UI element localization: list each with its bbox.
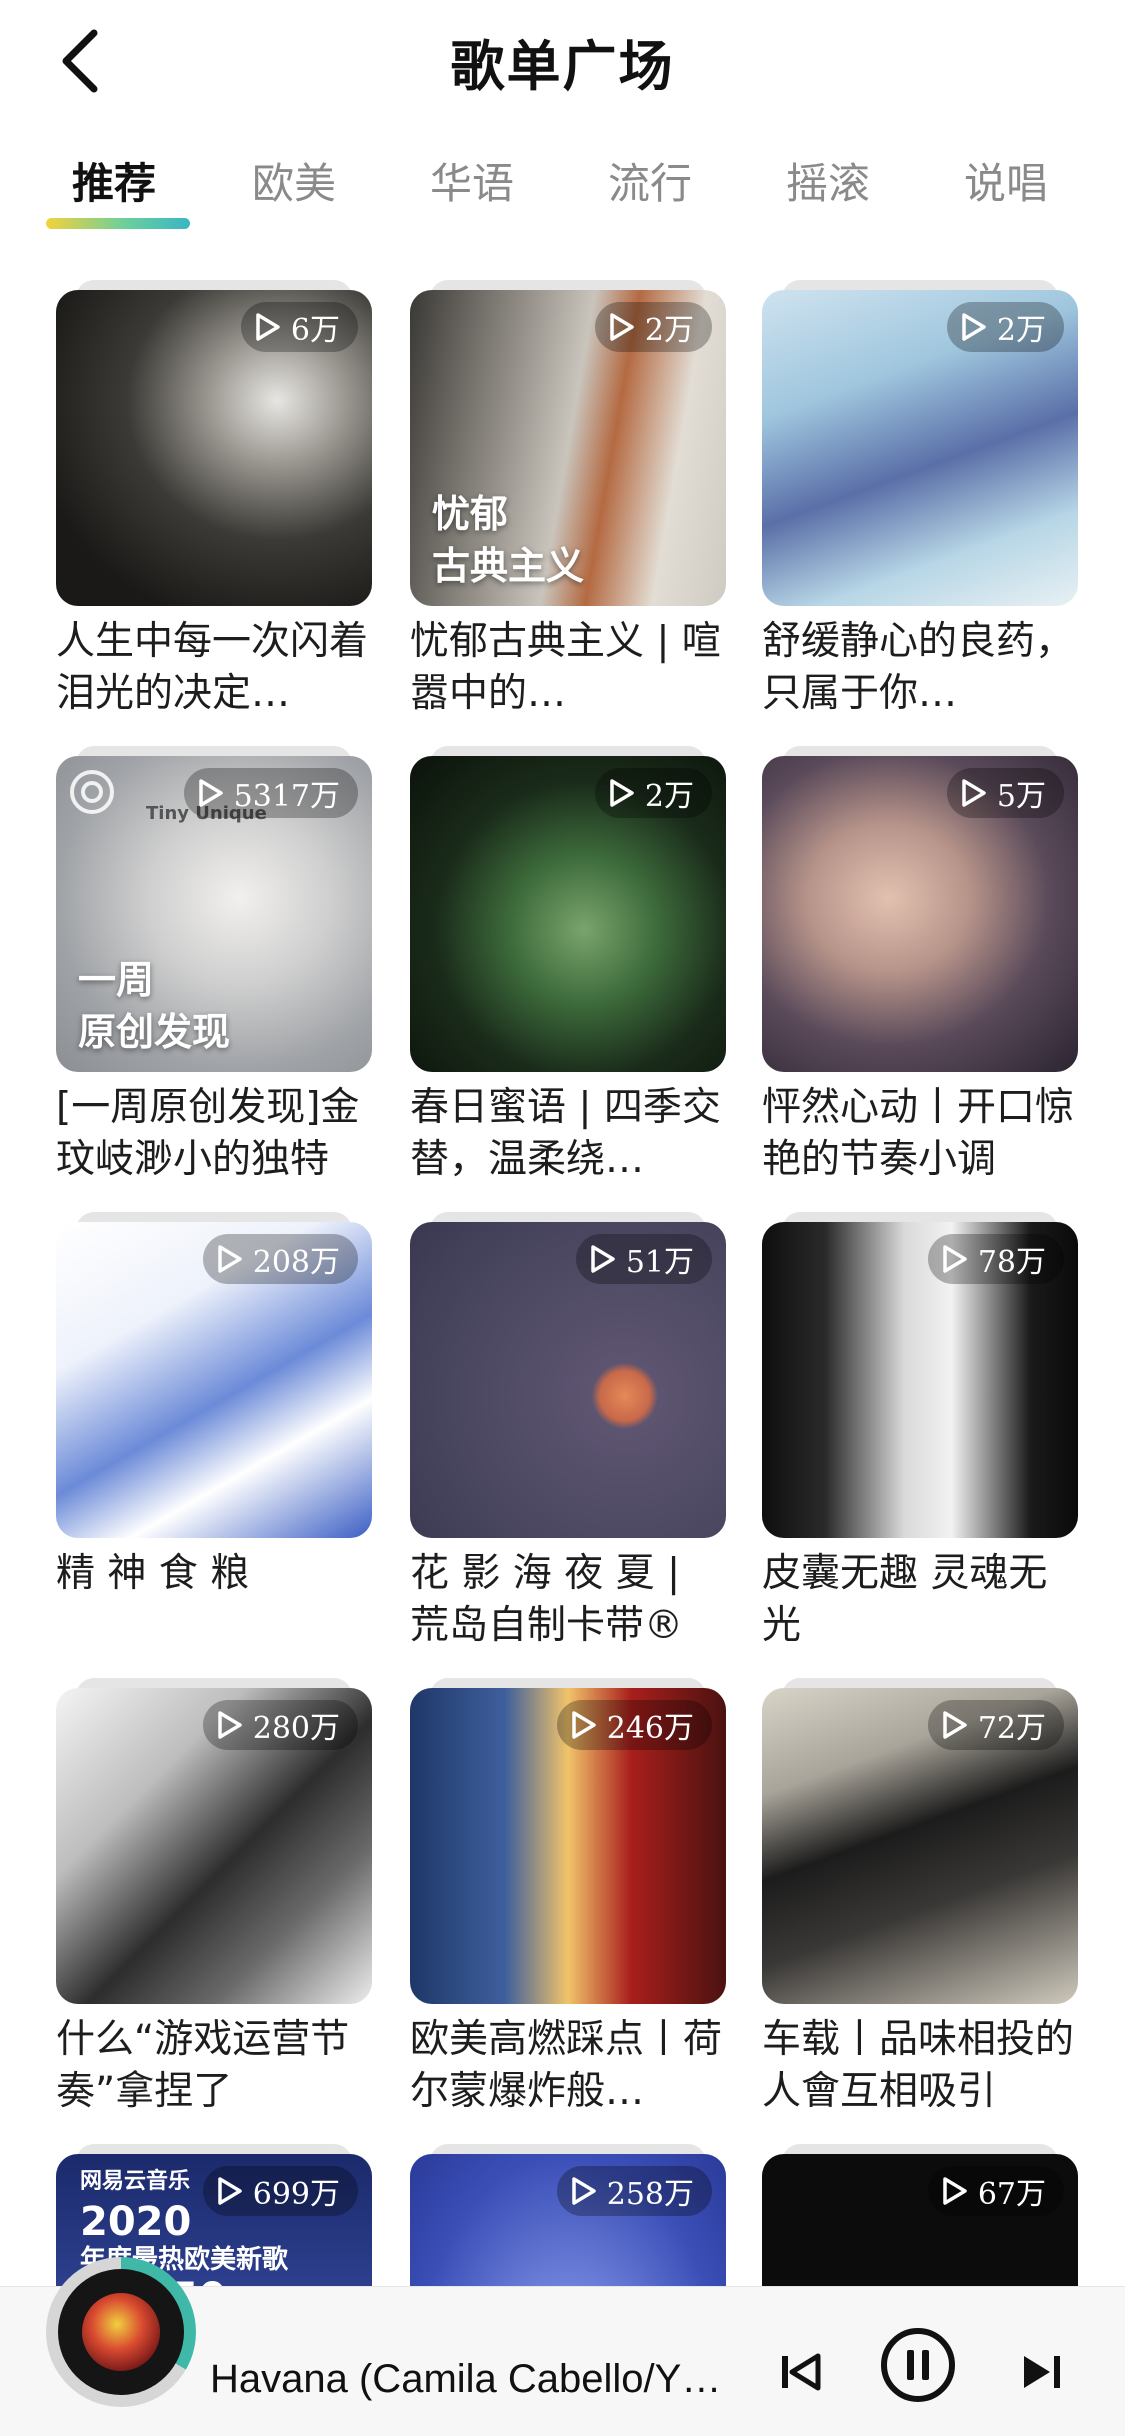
- play-count-badge: 246万: [556, 1700, 712, 1750]
- playlist-title: 皮囊无趣 灵魂无光: [762, 1551, 1048, 1648]
- header: 歌单广场: [0, 0, 1125, 115]
- playlist-cover: Tiny Unique 5317万 一周 原创发现: [56, 756, 372, 1072]
- play-count-badge: 2万: [946, 302, 1064, 352]
- play-count-badge: 208万: [202, 1234, 358, 1284]
- play-icon: [591, 1245, 615, 1273]
- playlist-title: 精 神 食 粮: [56, 1551, 250, 1596]
- play-count-badge: 258万: [556, 2166, 712, 2216]
- playlist-card[interactable]: 5万 怦然心动丨开口惊艳的节奏小调: [762, 746, 1078, 1186]
- next-button[interactable]: [1012, 2342, 1072, 2402]
- previous-button[interactable]: [770, 2342, 830, 2402]
- playlist-cover: 246万: [410, 1688, 726, 2004]
- playlist-card[interactable]: 6万 人生中每一次闪着泪光的决定…: [56, 280, 372, 720]
- play-icon: [943, 2177, 967, 2205]
- play-count-badge: 280万: [202, 1700, 358, 1750]
- play-count-badge: 72万: [927, 1700, 1064, 1750]
- playlist-card[interactable]: 246万 欧美高燃踩点丨荷尔蒙爆炸般…: [410, 1678, 726, 2118]
- play-count-badge: 5317万: [183, 768, 358, 818]
- playlist-title: 欧美高燃踩点丨荷尔蒙爆炸般…: [410, 2017, 723, 2114]
- playlist-cover: 2万 忧郁 古典主义: [410, 290, 726, 606]
- playlist-card[interactable]: 78万 皮囊无趣 灵魂无光: [762, 1212, 1078, 1652]
- playlist-cover: 6万: [56, 290, 372, 606]
- playlist-title: 什么“游戏运营节奏”拿捏了: [56, 2017, 350, 2114]
- playlist-title: [一周原创发现]金玟岐渺小的独特: [56, 1085, 360, 1182]
- play-icon: [217, 2177, 242, 2205]
- play-count-badge: 67万: [927, 2166, 1064, 2216]
- play-icon: [217, 1245, 242, 1273]
- play-icon: [610, 779, 634, 807]
- playlist-card[interactable]: 2万 舒缓静心的良药，只属于你…: [762, 280, 1078, 720]
- play-icon: [943, 1245, 967, 1273]
- play-count-badge: 6万: [240, 302, 358, 352]
- playlist-card[interactable]: 72万 车载丨品味相投的人會互相吸引: [762, 1678, 1078, 2118]
- category-tabs: 推荐 欧美 华语 流行 摇滚 说唱: [0, 140, 1125, 240]
- tab-recommend[interactable]: 推荐: [72, 150, 156, 211]
- cover-overlay-text: 忧郁 古典主义: [432, 492, 585, 588]
- skip-previous-icon: [782, 2353, 821, 2391]
- play-count-badge: 51万: [575, 1234, 712, 1284]
- play-icon: [217, 1711, 242, 1739]
- play-count-badge: 699万: [202, 2166, 358, 2216]
- tab-western[interactable]: 欧美: [252, 150, 336, 211]
- album-disc[interactable]: [58, 2269, 184, 2395]
- now-playing-title[interactable]: Havana (Camila Cabello/Y…: [210, 2357, 750, 2402]
- active-tab-indicator: [46, 218, 190, 229]
- playlist-card[interactable]: 2万 春日蜜语 | 四季交替，温柔绕…: [410, 746, 726, 1186]
- tab-rock[interactable]: 摇滚: [786, 150, 870, 211]
- playlist-card[interactable]: 2万 忧郁 古典主义 忧郁古典主义 | 喧嚣中的…: [410, 280, 726, 720]
- pause-icon: [881, 2328, 955, 2402]
- album-art: [82, 2293, 160, 2371]
- playlist-cover: 2万: [762, 290, 1078, 606]
- playlist-title: 春日蜜语 | 四季交替，温柔绕…: [410, 1085, 721, 1182]
- skip-next-icon: [1024, 2356, 1060, 2388]
- play-count-badge: 5万: [946, 768, 1064, 818]
- play-icon: [571, 1711, 596, 1739]
- playlist-title: 花 影 海 夜 夏 | 荒岛自制卡带®: [410, 1551, 684, 1648]
- playlist-cover: 51万: [410, 1222, 726, 1538]
- cover-overlay-text: 一周 原创发现: [78, 958, 231, 1054]
- play-icon: [571, 2177, 596, 2205]
- mini-player[interactable]: Havana (Camila Cabello/Y…: [0, 2257, 1125, 2436]
- tab-chinese[interactable]: 华语: [430, 150, 514, 211]
- play-icon: [962, 313, 986, 341]
- play-icon: [962, 779, 986, 807]
- playlist-title: 忧郁古典主义 | 喧嚣中的…: [410, 619, 721, 716]
- playlist-cover: 208万: [56, 1222, 372, 1538]
- tab-pop[interactable]: 流行: [608, 150, 692, 211]
- playlist-title: 人生中每一次闪着泪光的决定…: [56, 619, 369, 716]
- play-icon: [610, 313, 634, 341]
- play-count-badge: 2万: [594, 302, 712, 352]
- tab-rap[interactable]: 说唱: [964, 150, 1048, 211]
- cover-brand-text: 网易云音乐: [80, 2169, 191, 2194]
- playlist-cover: 280万: [56, 1688, 372, 2004]
- pause-button[interactable]: [878, 2325, 958, 2405]
- page-title: 歌单广场: [450, 35, 675, 98]
- play-count-badge: 2万: [594, 768, 712, 818]
- netease-logo-icon: [70, 770, 114, 814]
- playlist-card[interactable]: 208万 精 神 食 粮: [56, 1212, 372, 1600]
- playlist-title: 怦然心动丨开口惊艳的节奏小调: [762, 1085, 1075, 1182]
- play-icon: [256, 313, 280, 341]
- playlist-card[interactable]: 51万 花 影 海 夜 夏 | 荒岛自制卡带®: [410, 1212, 726, 1652]
- playlist-cover: 2万: [410, 756, 726, 1072]
- playlist-card[interactable]: 280万 什么“游戏运营节奏”拿捏了: [56, 1678, 372, 2118]
- playlist-title: 舒缓静心的良药，只属于你…: [762, 619, 1075, 716]
- play-icon: [943, 1711, 967, 1739]
- playlist-card[interactable]: Tiny Unique 5317万 一周 原创发现 [一周原创发现]金玟岐渺小的…: [56, 746, 372, 1186]
- playlist-cover: 78万: [762, 1222, 1078, 1538]
- playlist-title: 车载丨品味相投的人會互相吸引: [762, 2017, 1075, 2114]
- cover-year-text: 2020: [80, 2199, 192, 2245]
- play-icon: [198, 779, 223, 807]
- playlist-cover: 72万: [762, 1688, 1078, 2004]
- play-count-badge: 78万: [927, 1234, 1064, 1284]
- playlist-cover: 5万: [762, 756, 1078, 1072]
